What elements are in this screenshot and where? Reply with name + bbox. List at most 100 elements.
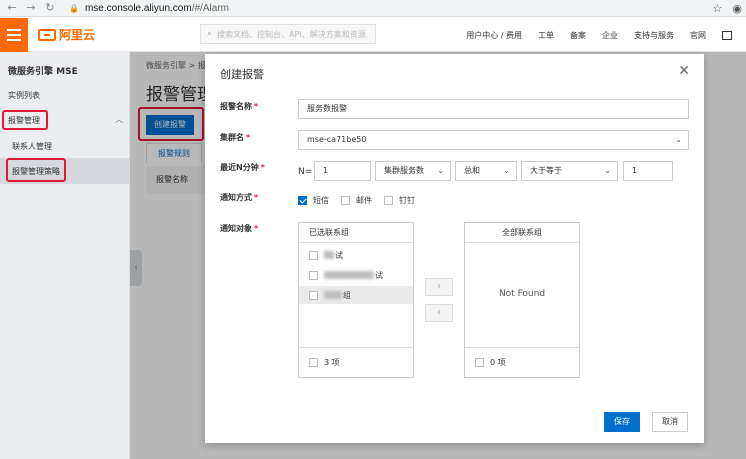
highlight-box-alarm [2,110,48,130]
nav-link-enterprise[interactable]: 企业 [602,30,618,41]
dialog-title: 创建报警 [220,68,264,81]
empty-state-text: Not Found [498,289,546,299]
label-alarm-name-text: 报警名称 [220,102,252,111]
all-count: 0 项 [490,357,506,367]
metric-select-value: 集群服务数 [384,166,424,175]
label-recent-minutes: 最近N分钟 * [220,162,265,173]
selected-groups-title: 已选联系组 [299,223,413,243]
n-minutes-input[interactable]: 1 [314,161,371,181]
cancel-button[interactable]: 取消 [652,412,688,432]
required-marker: * [254,193,259,202]
top-navigation: 阿里云 ⌕ 搜索文档、控制台、API、解决方案和资源 用户中心 / 费用 工单 … [0,17,746,52]
move-left-button[interactable]: ‹ [425,304,453,322]
item-checkbox[interactable] [309,270,318,280]
logo-text: 阿里云 [59,28,96,42]
dingtalk-label[interactable]: 钉钉 [399,195,415,206]
star-icon[interactable]: ☆ [713,2,723,15]
highlight-box-policies [6,158,66,182]
aggregate-select-value: 总和 [464,166,480,175]
label-recent-text: 最近N分钟 [220,163,259,172]
selected-count: 3 项 [324,357,340,367]
url-host: mse.console.aliyun.com [84,2,192,14]
list-item-label: 组 [343,290,351,300]
dingtalk-checkbox[interactable] [384,196,393,205]
required-marker: * [254,102,259,111]
nav-link-user-center[interactable]: 用户中心 / 费用 [466,30,522,41]
address-bar[interactable]: 🔒 mse.console.aliyun.com /#/Alarm [69,3,229,14]
required-marker: * [260,163,265,172]
select-all-checkbox[interactable] [309,358,318,367]
nav-link-website[interactable]: 官网 [690,30,706,41]
list-item[interactable]: 组 [299,286,413,304]
sidebar-item-instances[interactable]: 实例列表 [8,90,40,101]
create-alarm-dialog: 创建报警 ✕ 报警名称 * 服务数报警 集群名 * mse-ca71be50 ⌄ 最… [205,54,704,443]
redacted-text [324,251,334,259]
operator-select-value: 大于等于 [530,166,562,175]
forward-icon[interactable]: → [24,1,38,15]
sidebar-item-contacts[interactable]: 联系人管理 [12,141,52,152]
email-label[interactable]: 邮件 [356,195,372,206]
label-cluster-text: 集群名 [220,133,244,142]
alarm-name-input[interactable]: 服务数报警 [298,99,689,119]
aliyun-logo[interactable]: 阿里云 [38,26,95,43]
redacted-text [324,291,342,299]
selected-groups-panel: 已选联系组 试 试 组 3 项 [298,222,414,378]
chevron-up-icon[interactable]: ︿ [115,114,123,125]
label-cluster: 集群名 * [220,132,250,143]
reload-icon[interactable]: ↻ [43,1,57,15]
close-icon[interactable]: ✕ [678,63,690,79]
item-checkbox[interactable] [309,290,318,300]
sidebar: 微服务引擎 MSE 实例列表 报警管理 ︿ 联系人管理 报警管理策略 [0,52,130,459]
nav-link-tickets[interactable]: 工单 [538,30,554,41]
nav-link-icp[interactable]: 备案 [570,30,586,41]
label-notify-target-text: 通知对象 [220,224,252,233]
redacted-text [324,271,374,279]
list-item-label: 试 [335,250,343,260]
all-groups-footer: 0 项 [465,347,579,377]
chevron-down-icon: ⌄ [675,135,682,144]
lock-icon: 🔒 [69,3,79,13]
browser-toolbar: ← → ↻ 🔒 mse.console.aliyun.com /#/Alarm … [0,0,746,17]
sidebar-title: 微服务引擎 MSE [8,67,78,77]
notify-method-group: 短信 邮件 钉钉 [298,195,427,206]
required-marker: * [254,224,259,233]
list-item[interactable]: 试 [299,246,413,264]
chevron-down-icon: ⌄ [604,166,611,175]
label-notify-target: 通知对象 * [220,223,258,234]
list-item[interactable]: 试 [299,266,413,284]
n-equals-prefix: N= [298,167,313,177]
operator-select[interactable]: 大于等于 ⌄ [521,161,618,181]
move-right-button[interactable]: › [425,278,453,296]
nav-link-support[interactable]: 支持与服务 [634,30,674,41]
cluster-select[interactable]: mse-ca71be50 ⌄ [298,130,689,150]
global-search-input[interactable]: ⌕ 搜索文档、控制台、API、解决方案和资源 [200,24,376,44]
selected-groups-footer: 3 项 [299,347,413,377]
sms-label[interactable]: 短信 [313,195,329,206]
aggregate-select[interactable]: 总和 ⌄ [455,161,517,181]
all-groups-title: 全部联系组 [465,223,579,243]
url-path: /#/Alarm [191,2,229,14]
list-item-label: 试 [375,270,383,280]
chevron-down-icon: ⌄ [437,166,444,175]
threshold-input[interactable]: 1 [623,161,673,181]
chevron-down-icon: ⌄ [503,166,510,175]
save-button[interactable]: 保存 [604,412,640,432]
label-notify-method: 通知方式 * [220,192,258,203]
label-alarm-name: 报警名称 * [220,101,258,112]
search-icon: ⌕ [207,29,213,39]
menu-icon[interactable] [0,17,28,52]
all-groups-panel: 全部联系组 Not Found 0 项 [464,222,580,378]
item-checkbox[interactable] [309,250,318,260]
sms-checkbox[interactable] [298,196,307,205]
logo-mark-icon [38,28,56,41]
metric-select[interactable]: 集群服务数 ⌄ [375,161,451,181]
cluster-select-value: mse-ca71be50 [307,135,367,144]
label-notify-method-text: 通知方式 [220,193,252,202]
profile-icon[interactable]: ◉ [732,2,742,15]
back-icon[interactable]: ← [5,1,19,15]
required-marker: * [246,133,251,142]
email-checkbox[interactable] [341,196,350,205]
select-all-checkbox[interactable] [475,358,484,367]
search-placeholder: 搜索文档、控制台、API、解决方案和资源 [217,29,366,39]
console-icon[interactable] [722,30,732,40]
